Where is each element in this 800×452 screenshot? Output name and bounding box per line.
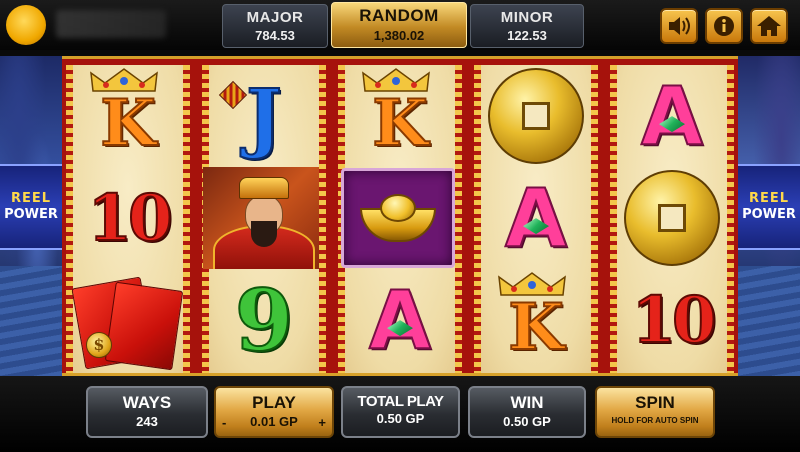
play-value: 0.01 GP — [250, 414, 298, 429]
jackpot-random-value: 1,380.02 — [373, 28, 425, 43]
jackpot-random-label: RANDOM — [359, 6, 439, 25]
ways-label: WAYS — [122, 393, 172, 412]
player-avatar — [6, 5, 46, 45]
total-play-label: TOTAL PLAY — [357, 393, 444, 410]
reel-power-line1: REEL — [10, 191, 52, 206]
jackpot-random: RANDOM 1,380.02 — [331, 2, 467, 48]
reel-power-line2: POWER — [4, 207, 58, 222]
win-value: 0.50 GP — [503, 414, 551, 429]
jackpot-minor-label: MINOR — [500, 9, 554, 26]
bet-decrease-button[interactable]: - — [222, 415, 226, 430]
symbol-k: K — [73, 65, 183, 167]
gold-ingot-frame — [341, 168, 455, 268]
win-label: WIN — [510, 393, 544, 412]
reel-power-banner-left: REEL POWER — [0, 164, 62, 250]
home-button[interactable] — [750, 8, 788, 44]
gold-coin-icon — [624, 170, 720, 266]
spin-button[interactable]: SPIN HOLD FOR AUTO SPIN — [595, 386, 715, 438]
play-label: PLAY — [252, 393, 296, 412]
jackpot-major-label: MAJOR — [246, 9, 304, 26]
water-scenery — [0, 266, 62, 376]
left-side-scenery: REEL POWER — [0, 56, 62, 376]
home-icon — [757, 16, 781, 36]
symbol-a: A — [481, 167, 591, 269]
reel-area: K 10 $ J 9 K A A K A 10 — [62, 56, 738, 376]
jackpot-major: MAJOR 784.53 — [222, 4, 328, 48]
jackpot-major-value: 784.53 — [255, 28, 295, 43]
jackpot-minor: MINOR 122.53 — [470, 4, 584, 48]
spin-hint: HOLD FOR AUTO SPIN — [611, 416, 699, 425]
reel-1: K 10 $ — [66, 65, 190, 373]
symbol-gold-ingot — [341, 167, 455, 269]
reel-power-line2: POWER — [742, 207, 796, 222]
speaker-icon — [669, 17, 690, 35]
reel-4: A K — [474, 65, 598, 373]
reel-power-line1: REEL — [748, 191, 790, 206]
info-button[interactable] — [705, 8, 743, 44]
symbol-k: K — [345, 65, 455, 167]
symbol-a: A — [345, 269, 455, 371]
symbol-a-letter: A — [640, 69, 704, 164]
symbol-a-letter: A — [368, 273, 432, 368]
symbol-k-letter: K — [507, 290, 565, 365]
sound-button[interactable] — [660, 8, 698, 44]
reel-5: A 10 — [610, 65, 734, 373]
symbol-9-letter: 9 — [234, 270, 294, 371]
info-icon — [714, 16, 734, 36]
symbol-gold-coin — [617, 167, 727, 269]
dollar-coin-icon: $ — [86, 332, 112, 358]
reel-2: J 9 — [202, 65, 326, 373]
symbol-10: 10 — [73, 167, 183, 269]
symbol-9: 9 — [209, 269, 319, 371]
symbol-a: A — [617, 65, 727, 167]
top-bar: MAJOR 784.53 RANDOM 1,380.02 MINOR 122.5… — [0, 0, 800, 50]
player-name-blurred — [56, 10, 166, 38]
gold-ingot-icon — [356, 190, 440, 246]
fortune-god-icon — [203, 167, 319, 269]
spin-label: SPIN — [635, 393, 675, 412]
symbol-j: J — [209, 65, 319, 167]
total-play-value: 0.50 GP — [376, 411, 425, 426]
j-badge-icon — [218, 80, 248, 110]
symbol-a-letter: A — [504, 171, 568, 266]
symbol-k: K — [481, 269, 591, 371]
symbol-fortune-god — [203, 167, 319, 269]
right-side-scenery: REEL POWER — [738, 56, 800, 376]
play-bet-selector[interactable]: PLAY 0.01 GP - + — [214, 386, 334, 438]
total-play-panel: TOTAL PLAY 0.50 GP — [341, 386, 460, 438]
symbol-k-letter: K — [99, 86, 157, 161]
jackpot-minor-value: 122.53 — [507, 28, 547, 43]
symbol-10-letter: 10 — [86, 180, 173, 257]
symbol-red-envelopes: $ — [71, 269, 184, 371]
bottom-bar: WAYS 243 PLAY 0.01 GP - + TOTAL PLAY 0.5… — [0, 376, 800, 452]
gold-coin-icon — [488, 68, 584, 164]
symbol-j-letter: J — [245, 71, 283, 162]
reel-3: K A — [338, 65, 462, 373]
bet-increase-button[interactable]: + — [318, 415, 326, 430]
symbol-k-letter: K — [371, 86, 429, 161]
win-panel: WIN 0.50 GP — [468, 386, 586, 438]
symbol-gold-coin — [481, 65, 591, 167]
ways-value: 243 — [136, 414, 158, 429]
ways-panel: WAYS 243 — [86, 386, 208, 438]
symbol-10-letter: 10 — [630, 282, 717, 359]
red-envelope — [104, 281, 184, 371]
reel-power-banner-right: REEL POWER — [738, 164, 800, 250]
symbol-10: 10 — [617, 269, 727, 371]
water-scenery — [738, 266, 800, 376]
